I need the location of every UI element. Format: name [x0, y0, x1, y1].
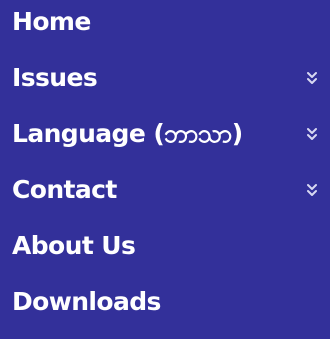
side-navigation-menu: Home Issues Language (ဘာသာ) Contact Abou… [0, 0, 330, 339]
menu-item-downloads[interactable]: Downloads [0, 274, 330, 330]
menu-item-about-us[interactable]: About Us [0, 218, 330, 274]
menu-item-language[interactable]: Language (ဘာသာ) [0, 106, 330, 162]
menu-item-language-label: Language (ဘာသာ) [12, 119, 243, 148]
menu-item-issues[interactable]: Issues [0, 50, 330, 106]
menu-item-about-us-label: About Us [12, 231, 136, 260]
menu-item-issues-label: Issues [12, 63, 98, 92]
double-chevron-down-icon[interactable] [307, 127, 317, 141]
menu-item-contact[interactable]: Contact [0, 162, 330, 218]
double-chevron-down-icon[interactable] [307, 183, 317, 197]
menu-item-contact-label: Contact [12, 175, 117, 204]
double-chevron-down-icon[interactable] [307, 71, 317, 85]
menu-item-downloads-label: Downloads [12, 287, 161, 316]
menu-item-home-label: Home [12, 7, 91, 36]
menu-item-home[interactable]: Home [0, 0, 330, 50]
